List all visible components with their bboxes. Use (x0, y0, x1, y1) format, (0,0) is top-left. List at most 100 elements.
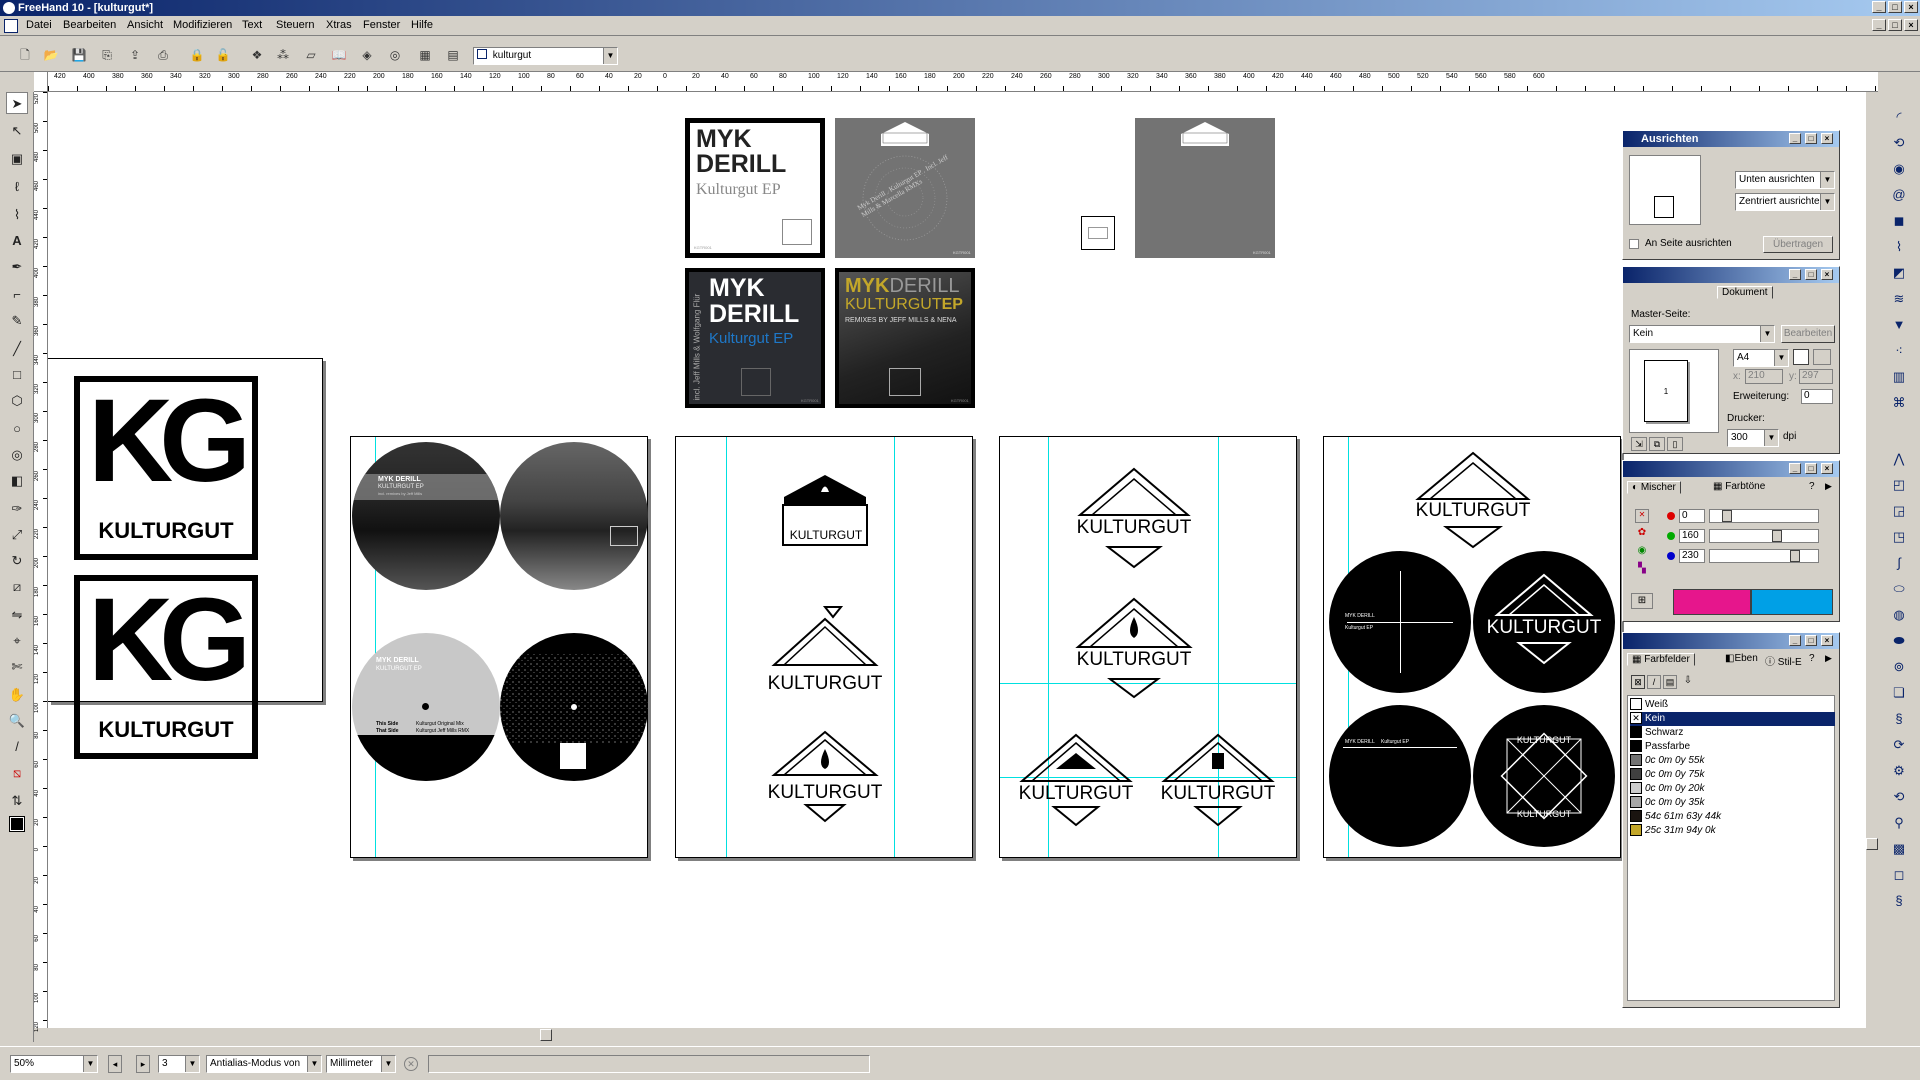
disc-1[interactable]: MYK DERILL Kulturgut EP (1329, 551, 1471, 693)
tab-tints[interactable]: ▦ Farbtöne (1709, 481, 1769, 492)
menu-arrow-icon[interactable]: ▶ (1825, 653, 1832, 664)
help-icon[interactable]: ? (1809, 481, 1815, 492)
zoom-tool-icon[interactable]: 🔍 (6, 710, 28, 732)
swatch-item[interactable]: 0c 0m 0y 75k (1630, 768, 1835, 782)
menu-arrow-icon[interactable]: ▶ (1825, 481, 1832, 492)
landscape-icon[interactable] (1813, 349, 1831, 365)
print-icon[interactable]: ⎙ (152, 45, 174, 65)
polygon-tool-icon[interactable]: ⬡ (6, 390, 28, 412)
document-select[interactable]: kulturgut ▼ (473, 47, 618, 65)
ungroup-icon[interactable]: ⁂ (272, 45, 294, 65)
color-icon[interactable]: ▤ (442, 45, 464, 65)
tab-layers[interactable]: ◧Eben (1725, 653, 1758, 664)
freeform-tool-icon[interactable]: ✑ (6, 498, 28, 520)
cover-artwork-1[interactable]: MYK DERILL Kulturgut EP KGTR001 (685, 118, 825, 258)
cover-artwork-3[interactable]: MYK DERILL Kulturgut EP incl. Jeff Mills… (685, 268, 825, 408)
small-logo-box[interactable] (1081, 216, 1115, 250)
hls-mode-icon[interactable]: ◉ (1635, 545, 1649, 559)
shadow-icon[interactable]: ◼ (1888, 210, 1910, 232)
cmyk-mode-icon[interactable]: ✕ (1635, 509, 1649, 523)
page-2[interactable]: MYK DERILL KULTURGUT EP incl. remixes by… (350, 436, 648, 858)
page-width-field[interactable]: 210 (1745, 369, 1783, 384)
spiral-xtra-icon[interactable]: @ (1888, 184, 1910, 206)
kg-logo-2[interactable]: KG KULTURGUT (74, 575, 258, 759)
chevron-down-icon[interactable]: ▼ (1764, 430, 1778, 446)
ruler-corner[interactable] (34, 72, 48, 92)
add-to-swatches-icon[interactable]: ⊞ (1631, 593, 1653, 609)
panel-maximize-button[interactable]: □ (1805, 133, 1817, 144)
cancel-render-icon[interactable]: ✕ (404, 1057, 418, 1071)
scale-tool-icon[interactable]: ⤢ (6, 524, 28, 546)
vinyl-label-3[interactable]: MYK DERILL KULTURGUT EP This Side Kultur… (352, 633, 500, 781)
panel-minimize-button[interactable]: _ (1789, 635, 1801, 646)
trap-icon[interactable]: ⊚ (1888, 656, 1910, 678)
panel-minimize-button[interactable]: _ (1789, 269, 1801, 280)
render-mode-select[interactable]: Antialias-Modus von ▼ (206, 1055, 322, 1073)
units-select[interactable]: Millimeter ▼ (326, 1055, 396, 1073)
import-icon[interactable]: ⎘ (96, 45, 118, 65)
tab-dokument[interactable]: Dokument (1717, 286, 1773, 299)
chevron-down-icon[interactable]: ▼ (603, 48, 617, 64)
rgb-mode-icon[interactable]: ✿ (1635, 527, 1649, 541)
remove-overlap-icon[interactable]: ⚲ (1888, 812, 1910, 834)
arc-tool-icon[interactable]: ◜ (1888, 106, 1910, 128)
3d-rotate-icon[interactable]: ⟲ (1888, 132, 1910, 154)
page-height-field[interactable]: 297 (1799, 369, 1833, 384)
drawing-canvas[interactable]: MYK DERILL Kulturgut EP KGTR001 Myk Deri… (48, 92, 1878, 1028)
panel-minimize-button[interactable]: _ (1789, 463, 1801, 474)
system-color-icon[interactable]: ▚ (1635, 563, 1649, 577)
master-page-select[interactable]: Kein ▼ (1629, 325, 1775, 343)
page-1[interactable]: KG KULTURGUT KG KULTURGUT (48, 358, 323, 759)
fisheye-icon[interactable]: ◉ (1888, 158, 1910, 180)
doc-minimize-button[interactable]: _ (1872, 19, 1886, 31)
pen-tool-icon[interactable]: ✒ (6, 256, 28, 278)
minimize-button[interactable]: _ (1872, 1, 1886, 13)
unlock-icon[interactable]: 🔓 (212, 45, 234, 65)
horizontal-ruler[interactable]: 420 400 380 360 340 320 300 280 260 240 220 200 180 1… (48, 72, 1878, 92)
mirror-icon[interactable]: ◩ (1888, 262, 1910, 284)
edit-master-button[interactable]: Bearbeiten (1781, 325, 1835, 343)
swatch-item[interactable]: 0c 0m 0y 55k (1630, 754, 1835, 768)
next-page-icon[interactable]: ▸ (136, 1055, 150, 1073)
tab-styles[interactable]: ⓘ Stil-E (1765, 653, 1802, 668)
page-thumbnail[interactable]: 1 (1644, 360, 1688, 422)
horizontal-scrollbar[interactable] (48, 1028, 1878, 1042)
bend-icon[interactable]: ⁖ (1888, 340, 1910, 362)
punch-icon[interactable]: ◲ (1888, 500, 1910, 522)
export-icon[interactable]: ⇪ (124, 45, 146, 65)
disc-4[interactable]: KULTURGUT KULTURGUT (1473, 705, 1615, 847)
page-3[interactable]: KULTURGUT KULTURGUT KULTURGUT (675, 436, 973, 858)
chevron-down-icon[interactable]: ▼ (185, 1056, 199, 1072)
red-slider[interactable] (1709, 509, 1819, 523)
disc-2[interactable]: KULTURGUT (1473, 551, 1615, 693)
bleed-field[interactable]: 0 (1801, 389, 1833, 404)
blend-xtra-icon[interactable]: ∫ (1888, 552, 1910, 574)
prev-page-icon[interactable]: ◂ (108, 1055, 122, 1073)
lasso-tool-icon[interactable]: ℓ (6, 176, 28, 198)
chevron-down-icon[interactable]: ▼ (307, 1056, 321, 1072)
disc-3[interactable]: MYK DERILL Kulturgut EP (1329, 705, 1471, 847)
blue-slider[interactable] (1709, 549, 1819, 563)
doc-restore-button[interactable]: □ (1888, 19, 1902, 31)
raster-icon[interactable]: § (1888, 890, 1910, 912)
color-well-current[interactable] (1751, 589, 1833, 615)
color-control-icon[interactable]: ▩ (1888, 838, 1910, 860)
eyedropper-tool-icon[interactable]: ⌇ (6, 204, 28, 226)
rotate-tool-icon[interactable]: ↻ (6, 550, 28, 572)
chevron-down-icon[interactable]: ▼ (1820, 172, 1834, 188)
line-tool-icon[interactable]: ╱ (6, 338, 28, 360)
envelope-icon[interactable]: ⌘ (1888, 392, 1910, 414)
kg-logo-1[interactable]: KG KULTURGUT (74, 376, 258, 560)
group-icon[interactable]: ❖ (246, 45, 268, 65)
roughen-icon[interactable]: ≋ (1888, 288, 1910, 310)
bezigon-tool-icon[interactable]: ⌐ (6, 284, 28, 306)
fill-swatch-icon[interactable]: ⊠ (1631, 675, 1645, 689)
page-size-select[interactable]: A4 ▼ (1733, 349, 1789, 367)
layers-icon[interactable]: ◈ (356, 45, 378, 65)
doc-close-button[interactable]: × (1904, 19, 1918, 31)
open-icon[interactable]: 📂 (40, 45, 62, 65)
spiral-tool-icon[interactable]: ◎ (6, 444, 28, 466)
graphic-hose-icon[interactable]: ⌇ (1888, 236, 1910, 258)
menu-ansicht[interactable]: Ansicht (127, 19, 163, 31)
panel-close-button[interactable]: × (1821, 269, 1833, 280)
